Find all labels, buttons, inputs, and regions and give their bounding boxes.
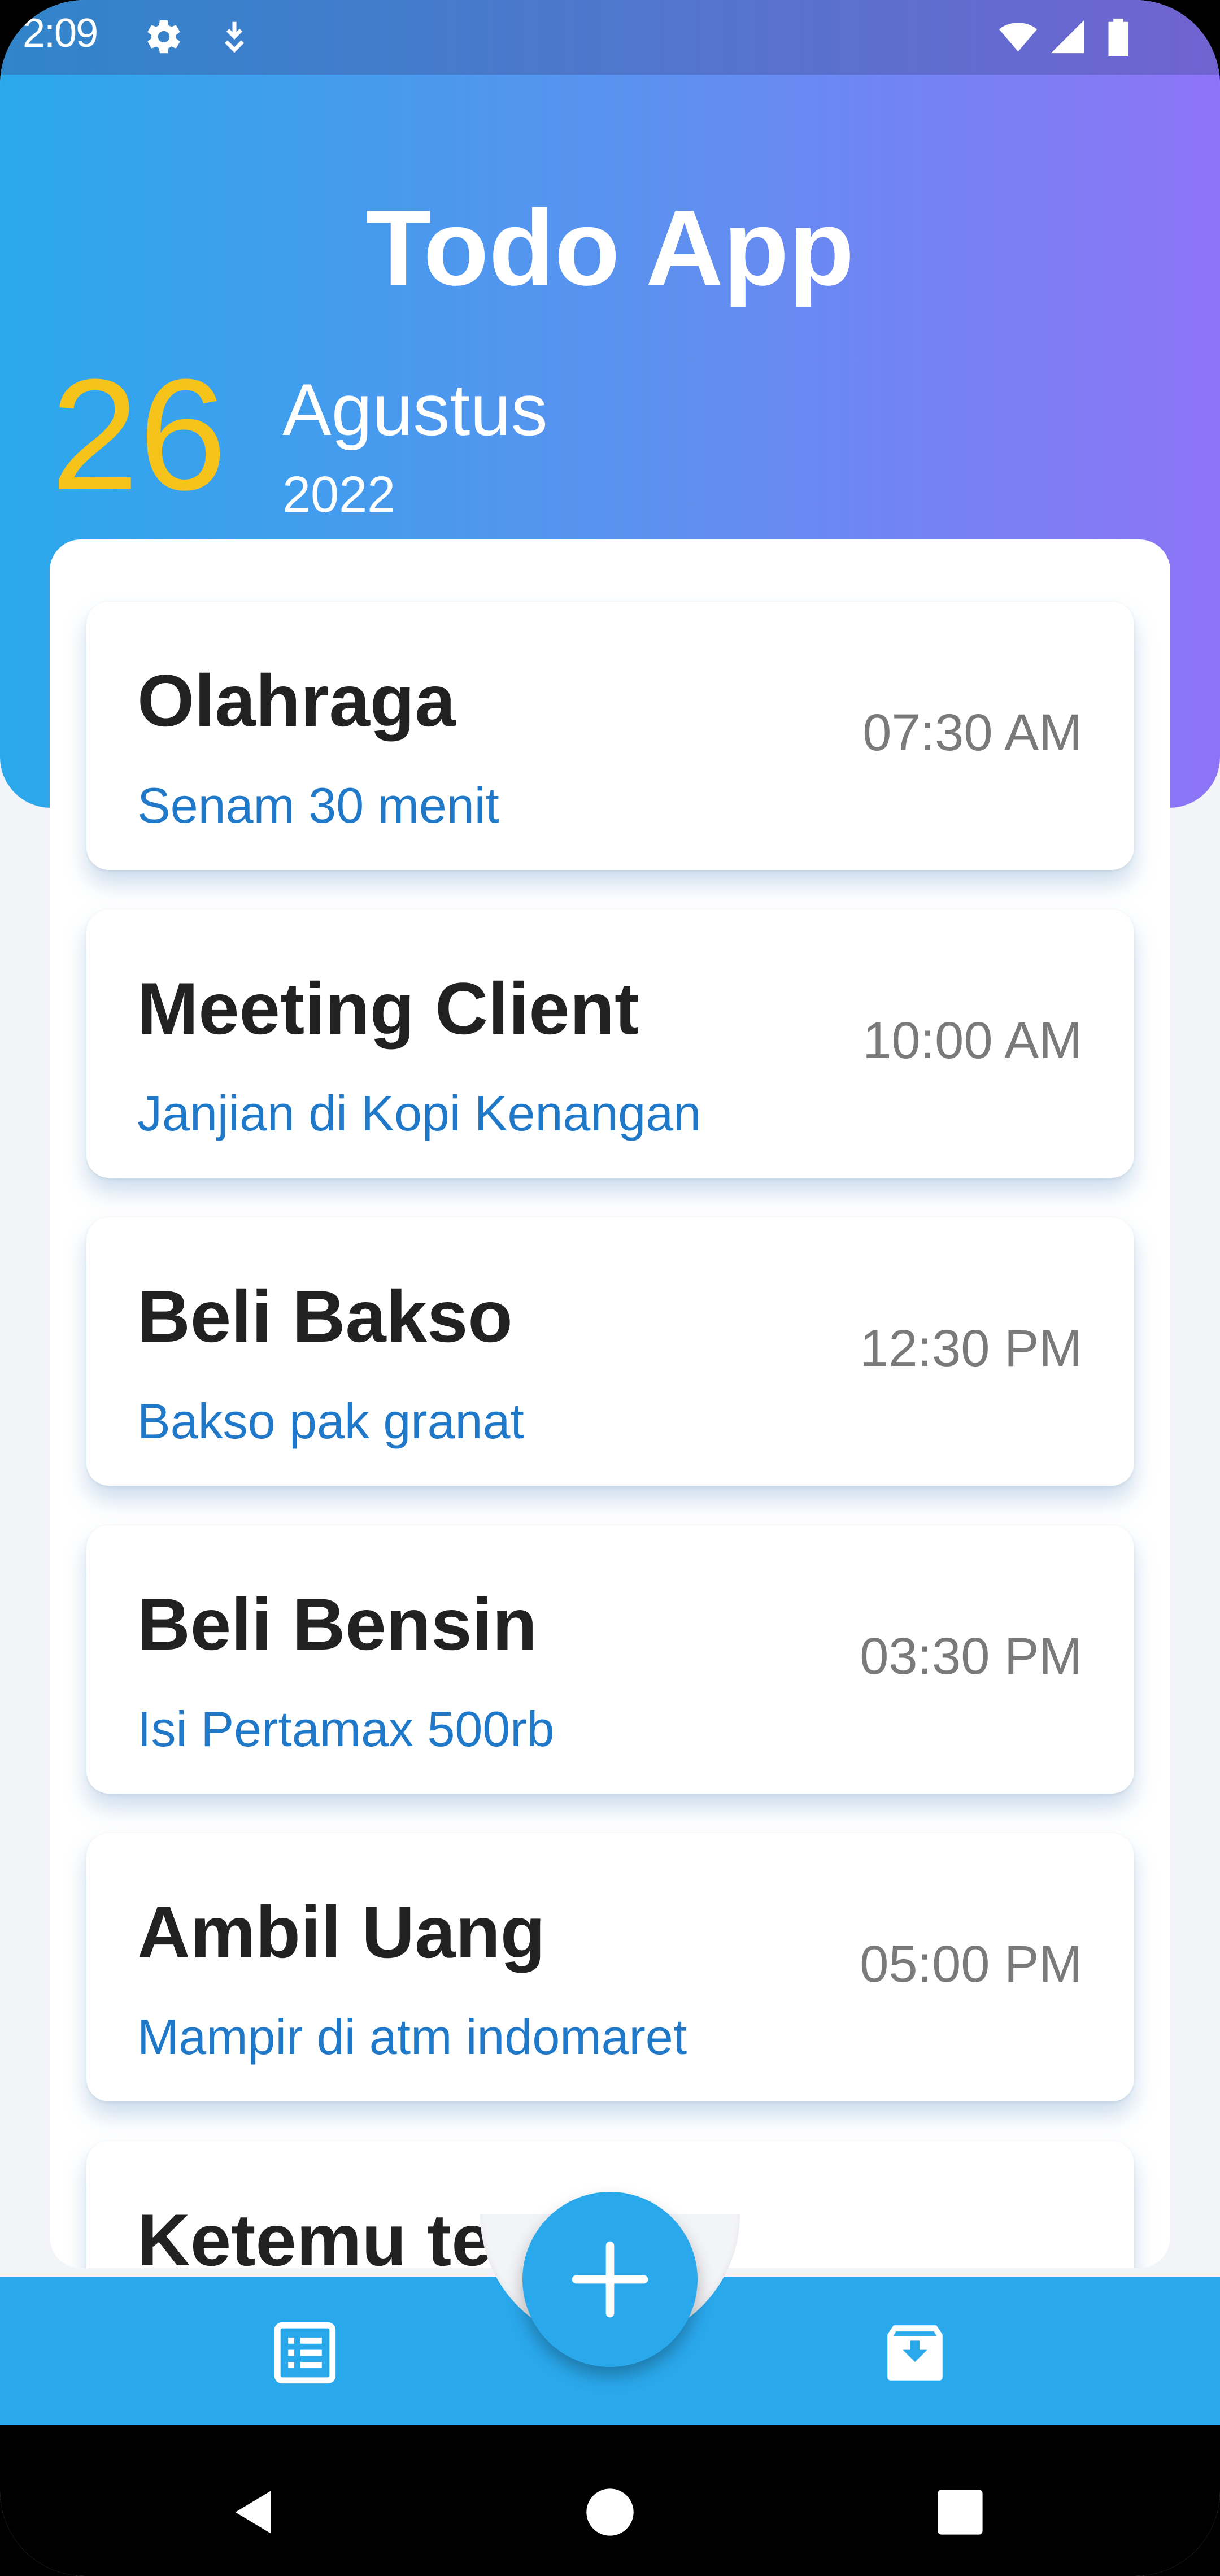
date-year: 2022 <box>282 467 396 523</box>
download-icon <box>224 21 245 53</box>
task-time: 12:30 PM <box>860 1320 1082 1377</box>
task-title: Beli Bakso <box>137 1275 513 1357</box>
home-icon[interactable] <box>582 2484 638 2540</box>
task-panel: Olahraga Senam 30 menit 07:30 AM Meeting… <box>50 539 1170 2268</box>
status-bar: 2:09 <box>0 0 1220 75</box>
task-card[interactable]: Olahraga Senam 30 menit 07:30 AM <box>86 602 1134 870</box>
task-time: 03:30 PM <box>860 1628 1082 1685</box>
task-card[interactable]: Beli Bensin Isi Pertamax 500rb 03:30 PM <box>86 1525 1134 1794</box>
task-title: Olahraga <box>137 659 456 742</box>
date-month: Agustus <box>282 368 548 451</box>
task-title: Ambil Uang <box>137 1891 546 1973</box>
wifi-icon <box>999 23 1038 52</box>
plus-icon <box>572 2241 648 2318</box>
gear-icon <box>147 20 180 54</box>
recents-icon[interactable] <box>932 2484 988 2540</box>
add-task-button[interactable] <box>522 2192 698 2367</box>
date-day: 26 <box>51 347 227 523</box>
task-title: Meeting Client <box>137 967 639 1050</box>
task-list: Olahraga Senam 30 menit 07:30 AM Meeting… <box>86 602 1134 2268</box>
signal-icon <box>1051 20 1084 54</box>
task-title: Beli Bensin <box>137 1583 537 1665</box>
app-title: Todo App <box>365 188 855 308</box>
task-card[interactable]: Ambil Uang Mampir di atm indomaret 05:00… <box>86 1833 1134 2101</box>
task-description: Isi Pertamax 500rb <box>137 1701 555 1757</box>
screen: 2:09 Todo App 26 Agustus 2022 Olahraga S… <box>0 0 1220 2576</box>
task-description: Mampir di atm indomaret <box>137 2009 687 2065</box>
task-card[interactable]: Beli Bakso Bakso pak granat 12:30 PM <box>86 1217 1134 1486</box>
archive-icon[interactable] <box>878 2316 952 2390</box>
back-icon[interactable] <box>226 2484 282 2540</box>
system-navigation-bar <box>0 2425 1220 2576</box>
task-description: Senam 30 menit <box>137 777 499 833</box>
battery-icon <box>1108 18 1128 56</box>
task-time: 05:00 PM <box>860 1935 1082 1993</box>
task-card[interactable]: Meeting Client Janjian di Kopi Kenangan … <box>86 910 1134 1178</box>
list-icon[interactable] <box>268 2316 342 2390</box>
task-time: 10:00 AM <box>862 1012 1082 1069</box>
task-description: Bakso pak granat <box>137 1393 524 1449</box>
status-time: 2:09 <box>23 11 98 56</box>
task-description: Janjian di Kopi Kenangan <box>137 1085 702 1141</box>
task-time: 07:30 AM <box>862 704 1082 762</box>
